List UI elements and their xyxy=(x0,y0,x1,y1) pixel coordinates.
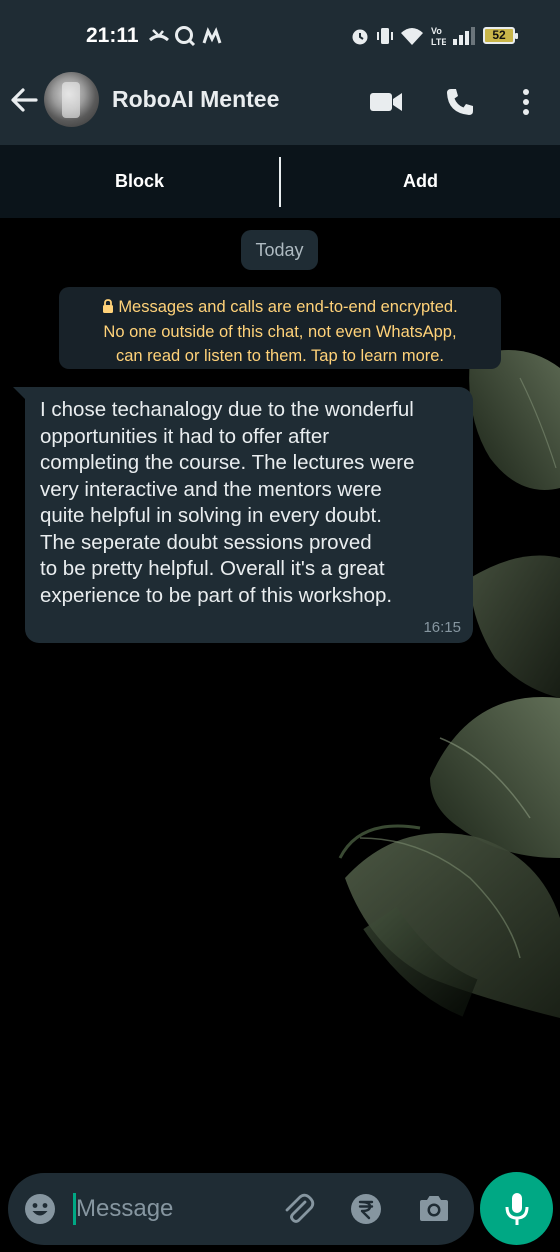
add-button[interactable]: Add xyxy=(281,145,560,218)
message-compose-bar xyxy=(8,1173,474,1245)
contact-name[interactable]: RoboAI Mentee xyxy=(112,86,279,113)
vibrate-icon xyxy=(375,24,395,48)
back-arrow-icon[interactable] xyxy=(8,84,42,118)
message-line: completing the course. The lectures were xyxy=(40,451,415,474)
svg-text:LTE: LTE xyxy=(431,37,446,47)
incoming-message[interactable]: I chose techanalogy due to the wonderful… xyxy=(25,387,473,643)
message-line: quite helpful in solving in every doubt. xyxy=(40,504,382,527)
message-input[interactable] xyxy=(76,1189,266,1229)
encryption-line: Messages and calls are end-to-end encryp… xyxy=(118,298,458,316)
search-app-icon xyxy=(174,24,196,48)
mic-button[interactable] xyxy=(480,1172,553,1245)
volte-icon: Vo LTE xyxy=(430,24,446,48)
battery-icon: 52 xyxy=(483,27,518,44)
signal-icon xyxy=(452,24,476,48)
svg-text:Vo: Vo xyxy=(431,26,442,36)
m-app-icon xyxy=(202,24,222,48)
encryption-notice[interactable]: Messages and calls are end-to-end encryp… xyxy=(59,287,501,369)
attach-icon[interactable] xyxy=(280,1191,316,1227)
message-line: I chose techanalogy due to the wonderful xyxy=(40,398,414,421)
wifi-icon xyxy=(400,24,424,48)
camera-icon[interactable] xyxy=(416,1191,452,1227)
avatar[interactable] xyxy=(44,72,99,127)
message-time: 16:15 xyxy=(423,619,461,636)
unknown-contact-bar: Block Add xyxy=(0,145,560,218)
chat-header: RoboAI Mentee xyxy=(0,70,560,145)
encryption-line: can read or listen to them. Tap to learn… xyxy=(115,347,445,365)
lock-icon xyxy=(103,299,114,313)
encryption-line: No one outside of this chat, not even Wh… xyxy=(103,322,457,341)
rupee-payment-icon[interactable] xyxy=(348,1191,384,1227)
message-line: The seperate doubt sessions proved xyxy=(40,530,372,554)
emoji-icon[interactable] xyxy=(22,1191,58,1227)
message-line: opportunities it had to offer after xyxy=(40,424,330,448)
message-text: I chose techanalogy due to the wonderful… xyxy=(40,397,465,609)
more-options-icon[interactable] xyxy=(508,84,544,120)
block-button[interactable]: Block xyxy=(0,145,279,218)
status-time: 21:11 xyxy=(86,24,139,47)
date-chip: Today xyxy=(241,230,318,270)
alarm-icon xyxy=(350,24,370,48)
battery-level: 52 xyxy=(492,28,506,42)
mic-icon xyxy=(505,1192,528,1225)
message-line: experience to be part of this workshop. xyxy=(40,583,393,607)
status-bar: 21:11 Vo LTE 52 xyxy=(0,0,560,70)
message-line: to be pretty helpful. Overall it's a gre… xyxy=(40,557,385,580)
missed-call-icon xyxy=(148,24,170,48)
message-line: very interactive and the mentors were xyxy=(40,477,382,501)
voice-call-icon[interactable] xyxy=(442,84,478,120)
video-call-icon[interactable] xyxy=(368,84,404,120)
chat-area[interactable]: Today Messages and calls are end-to-end … xyxy=(0,218,560,1173)
